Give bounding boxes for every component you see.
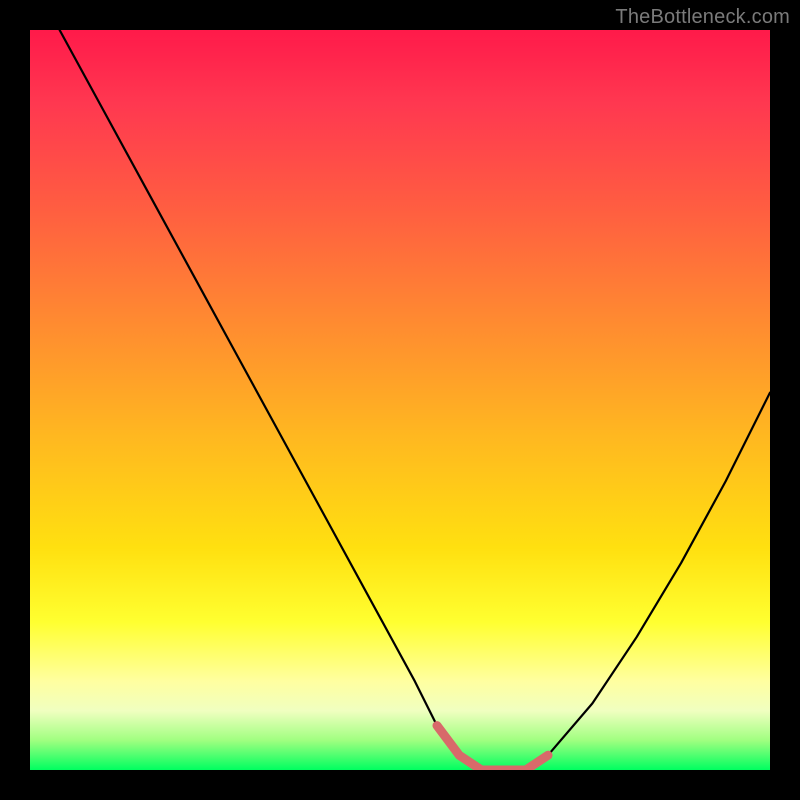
watermark-text: TheBottleneck.com: [615, 6, 790, 29]
chart-svg: [30, 30, 770, 770]
optimal-segment-path: [437, 726, 548, 770]
bottleneck-curve-path: [60, 30, 770, 770]
chart-container: TheBottleneck.com: [0, 0, 800, 800]
plot-area: [30, 30, 770, 770]
